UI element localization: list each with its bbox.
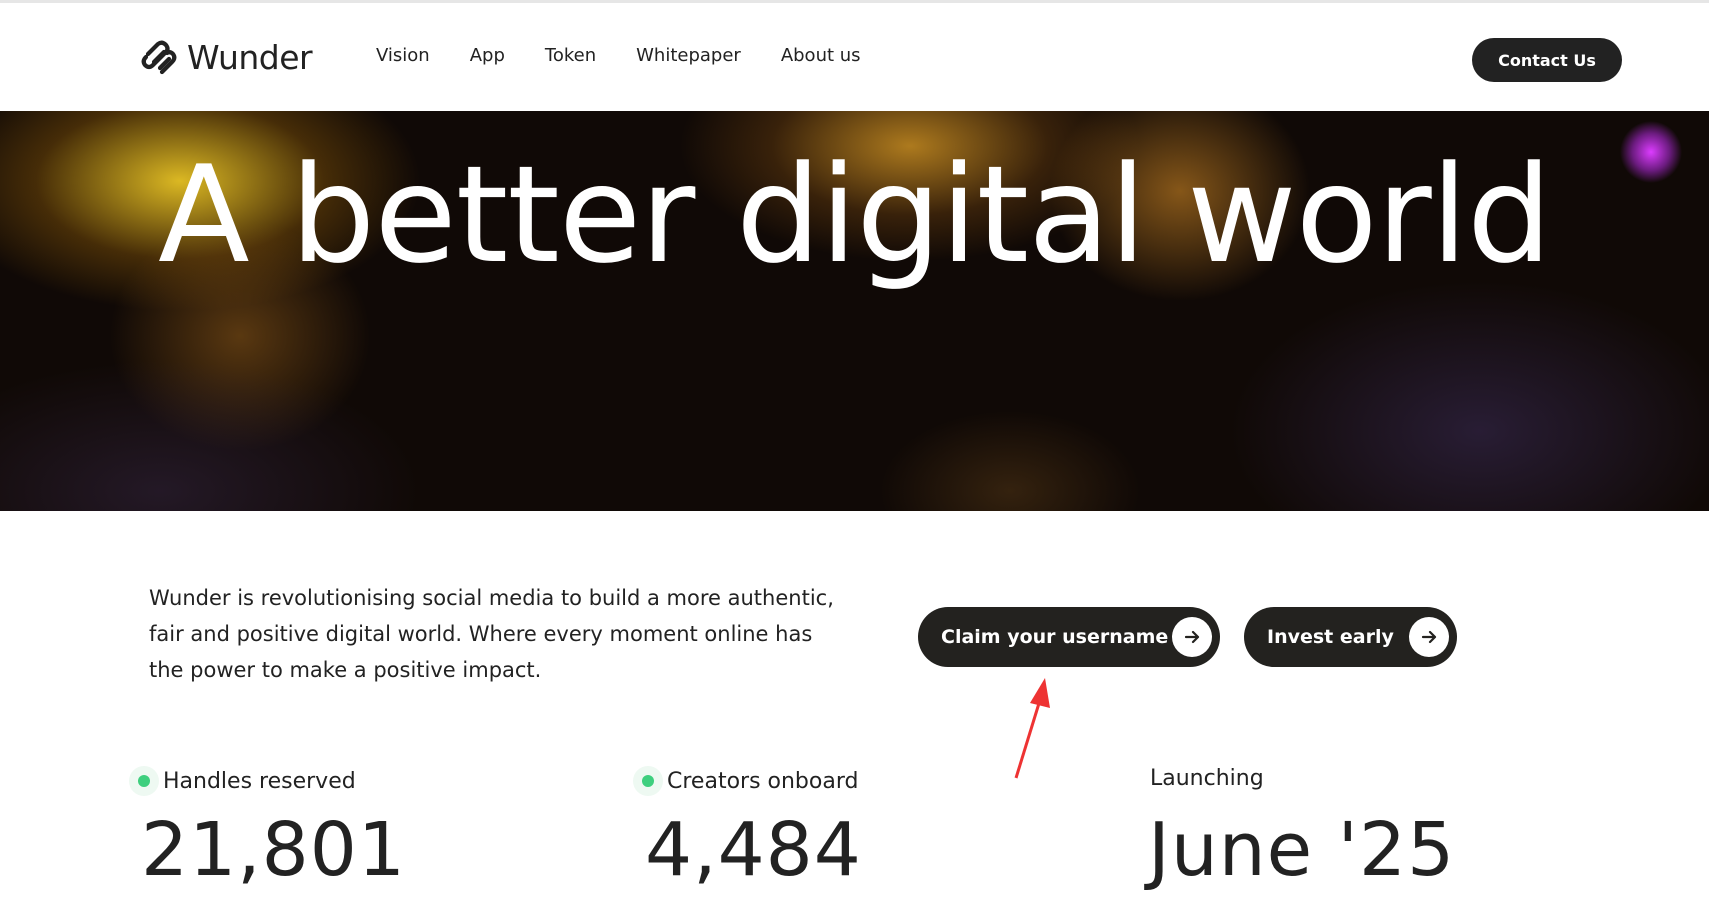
stat-launching-value: June '25 bbox=[1148, 807, 1456, 893]
claim-username-button[interactable]: Claim your username bbox=[918, 607, 1220, 667]
live-dot-icon bbox=[633, 766, 663, 796]
brand-name: Wunder bbox=[187, 37, 313, 77]
nav-app[interactable]: App bbox=[470, 45, 505, 66]
claim-username-label: Claim your username bbox=[941, 626, 1169, 648]
invest-early-label: Invest early bbox=[1267, 626, 1394, 648]
live-dot-icon bbox=[129, 766, 159, 796]
site-header: Wunder Vision App Token Whitepaper About… bbox=[0, 3, 1709, 111]
arrow-right-icon bbox=[1172, 617, 1212, 657]
hero-bokeh-light bbox=[1230, 281, 1709, 511]
stat-creators-onboard-value: 4,484 bbox=[645, 807, 862, 893]
hero-video: A better digital world bbox=[0, 111, 1709, 511]
nav-vision[interactable]: Vision bbox=[376, 45, 430, 66]
invest-early-button[interactable]: Invest early bbox=[1244, 607, 1457, 667]
stat-handles-reserved-value: 21,801 bbox=[141, 807, 406, 893]
arrow-right-icon bbox=[1409, 617, 1449, 657]
brand-logo[interactable]: Wunder bbox=[139, 36, 313, 78]
contact-us-button[interactable]: Contact Us bbox=[1472, 38, 1622, 82]
intro-text: Wunder is revolutionising social media t… bbox=[149, 586, 834, 682]
stat-creators-onboard-label: Creators onboard bbox=[633, 766, 858, 796]
nav-whitepaper[interactable]: Whitepaper bbox=[636, 45, 741, 66]
hero-title: A better digital world bbox=[158, 137, 1552, 293]
nav-token[interactable]: Token bbox=[545, 45, 596, 66]
stat-handles-reserved-label: Handles reserved bbox=[129, 766, 356, 796]
main-nav: Vision App Token Whitepaper About us bbox=[376, 45, 861, 66]
hero-bokeh-light bbox=[880, 411, 1140, 511]
wunder-logo-icon bbox=[141, 40, 177, 75]
nav-about-us[interactable]: About us bbox=[781, 45, 861, 66]
stat-launching-label: Launching bbox=[1150, 766, 1264, 791]
